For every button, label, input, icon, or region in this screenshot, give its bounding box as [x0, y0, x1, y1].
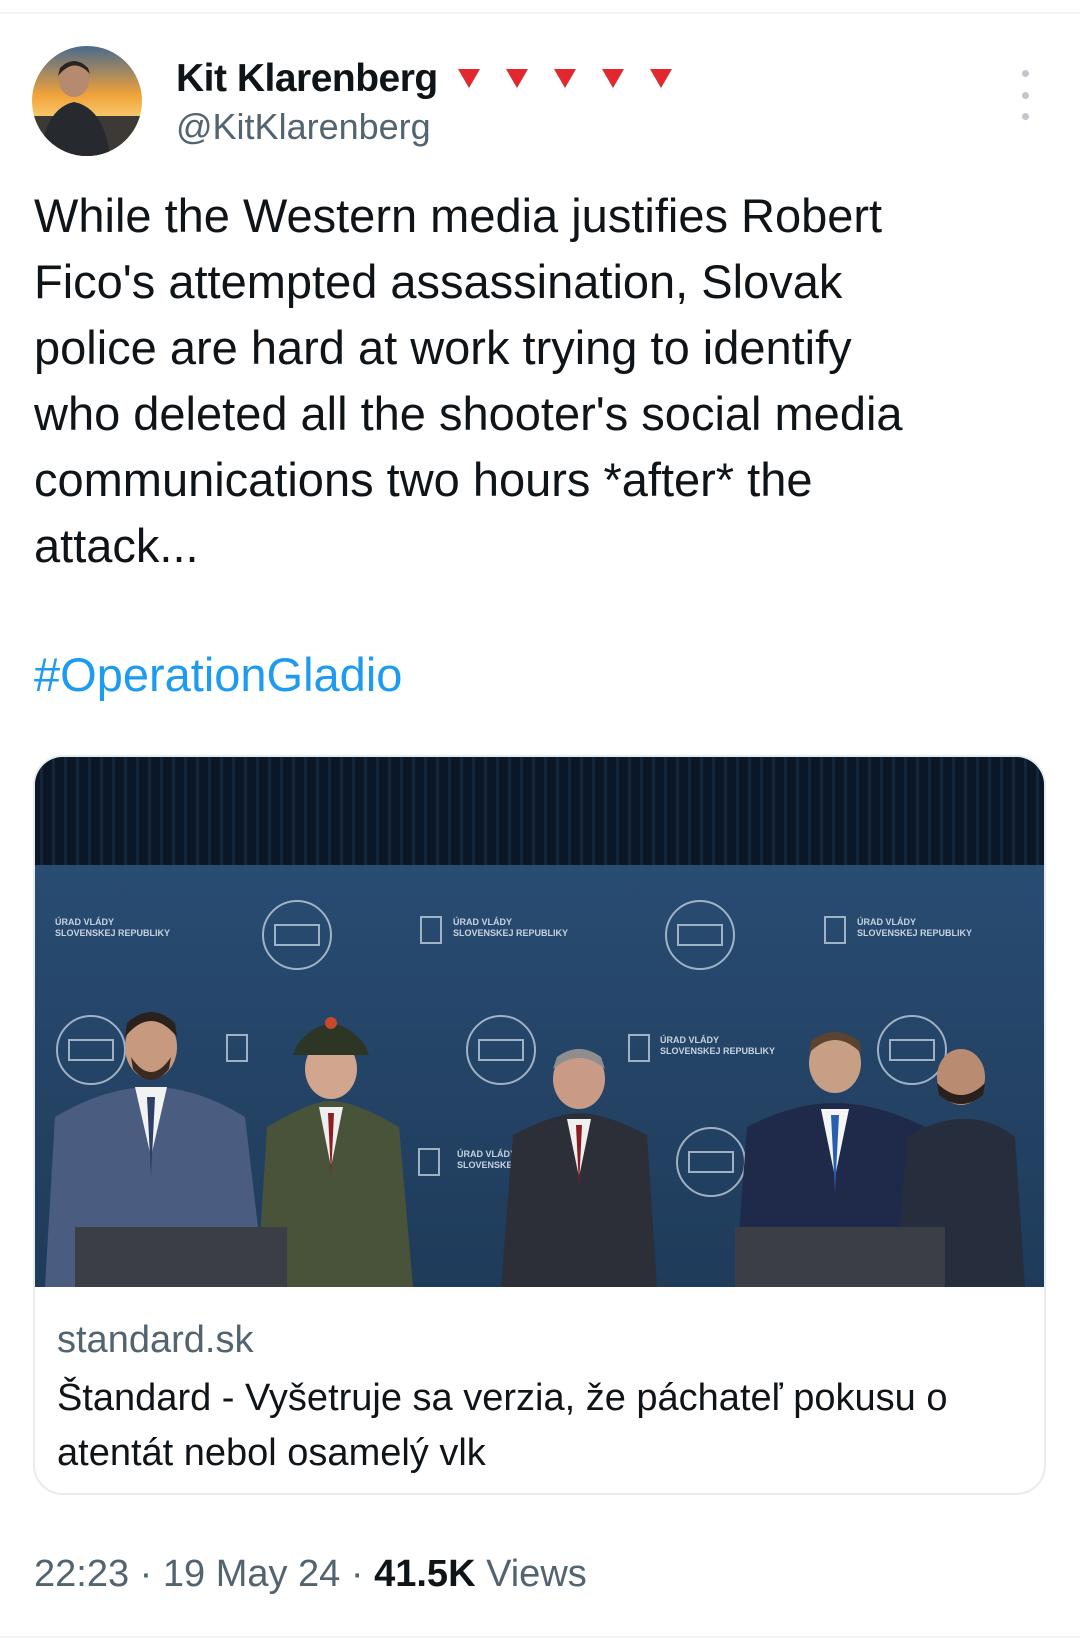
red-triangle-icon	[553, 69, 576, 88]
svg-text:ÚRAD VLÁDY: ÚRAD VLÁDY	[660, 1034, 719, 1045]
link-domain: standard.sk	[57, 1319, 254, 1361]
svg-text:ÚRAD VLÁDY: ÚRAD VLÁDY	[457, 1148, 516, 1159]
views-count[interactable]: 41.5K	[374, 1553, 475, 1595]
user-handle[interactable]: @KitKlarenberg	[176, 106, 672, 148]
red-triangle-icon	[601, 69, 624, 88]
avatar[interactable]	[32, 46, 142, 156]
tweet-text: While the Western media justifies Robert…	[34, 189, 903, 572]
svg-text:SLOVENSKEJ REPUBLIKY: SLOVENSKEJ REPUBLIKY	[857, 928, 972, 938]
more-vertical-icon[interactable]	[1010, 70, 1040, 120]
display-name[interactable]: Kit Klarenberg	[176, 57, 438, 101]
top-divider	[0, 12, 1080, 14]
red-triangle-icon	[649, 69, 672, 88]
svg-text:SLOVENSKEJ REPUBLIKY: SLOVENSKEJ REPUBLIKY	[453, 928, 568, 938]
link-preview-card[interactable]: ÚRAD VLÁDY SLOVENSKEJ REPUBLIKY ÚRAD VLÁD…	[33, 755, 1046, 1495]
svg-text:SLOVENSKEJ: SLOVENSKEJ	[457, 1160, 518, 1170]
tweet-meta: 22:23 · 19 May 24 · 41.5K Views	[34, 1553, 587, 1596]
svg-text:SLOVENSKEJ REPUBLIKY: SLOVENSKEJ REPUBLIKY	[55, 928, 170, 938]
hashtag-link[interactable]: #OperationGladio	[34, 642, 402, 708]
name-row: Kit Klarenberg	[176, 52, 672, 106]
link-preview-image: ÚRAD VLÁDY SLOVENSKEJ REPUBLIKY ÚRAD VLÁD…	[35, 757, 1044, 1287]
link-title: Štandard - Vyšetruje sa verzia, že pácha…	[57, 1377, 948, 1474]
tweet-time[interactable]: 22:23	[34, 1553, 129, 1595]
red-triangle-icon	[505, 69, 528, 88]
views-label: Views	[486, 1553, 587, 1595]
bottom-divider	[0, 1636, 1080, 1638]
svg-text:ÚRAD VLÁDY: ÚRAD VLÁDY	[857, 916, 916, 927]
meta-separator: ·	[340, 1553, 375, 1595]
svg-text:ÚRAD VLÁDY: ÚRAD VLÁDY	[55, 916, 114, 927]
meta-separator: ·	[129, 1553, 163, 1595]
svg-text:SLOVENSKEJ REPUBLIKY: SLOVENSKEJ REPUBLIKY	[660, 1046, 775, 1056]
red-triangle-icon	[457, 69, 480, 88]
author-block: Kit Klarenberg @KitKlarenberg	[176, 52, 672, 148]
tweet-date[interactable]: 19 May 24	[163, 1553, 340, 1595]
flag-emoji-group	[457, 69, 672, 89]
svg-text:ÚRAD VLÁDY: ÚRAD VLÁDY	[453, 916, 512, 927]
